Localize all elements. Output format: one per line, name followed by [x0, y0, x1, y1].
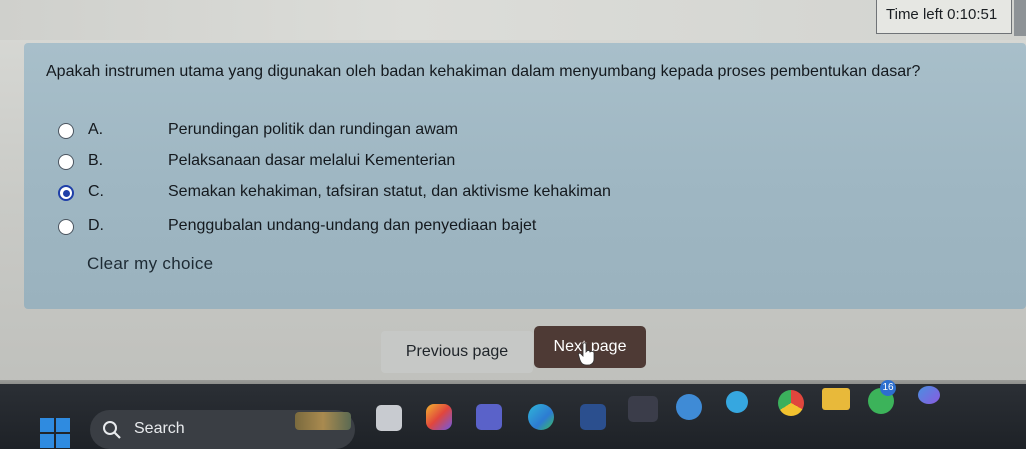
option-a-text: Perundingan politik dan rundingan awam: [168, 121, 458, 138]
option-b-text: Pelaksanaan dasar melalui Kementerian: [168, 152, 456, 169]
option-a-radio[interactable]: [58, 123, 74, 139]
option-d-letter: D.: [88, 217, 104, 234]
store-icon[interactable]: [580, 404, 606, 430]
question-text: Apakah instrumen utama yang digunakan ol…: [46, 63, 921, 80]
edge-icon[interactable]: [528, 404, 554, 430]
option-a[interactable]: A. Perundingan politik dan rundingan awa…: [58, 119, 758, 141]
option-b-radio[interactable]: [58, 154, 74, 170]
clear-choice-link[interactable]: Clear my choice: [87, 254, 213, 274]
option-d-radio[interactable]: [58, 219, 74, 235]
option-b[interactable]: B. Pelaksanaan dasar melalui Kementerian: [58, 150, 758, 172]
time-left-label: Time left: [886, 6, 943, 23]
copilot-icon[interactable]: [918, 386, 940, 404]
task-view-icon[interactable]: [376, 405, 402, 431]
previous-page-button[interactable]: Previous page: [381, 331, 533, 373]
windows-start-icon[interactable]: [40, 418, 70, 448]
top-strip: [0, 0, 1026, 40]
option-b-letter: B.: [88, 152, 104, 169]
option-c-radio[interactable]: [58, 185, 74, 201]
time-left-panel: Time left 0:10:51: [876, 0, 1012, 34]
folder-icon[interactable]: [822, 388, 850, 410]
telegram-icon[interactable]: [726, 391, 748, 413]
option-d[interactable]: D. Penggubalan undang-undang dan penyedi…: [58, 215, 758, 237]
mahjong-icon[interactable]: [628, 396, 658, 422]
hand-cursor-icon: [578, 342, 595, 366]
notification-count-badge: 16: [880, 380, 896, 396]
time-left-value: 0:10:51: [947, 6, 998, 23]
question-card: Apakah instrumen utama yang digunakan ol…: [24, 43, 1026, 309]
taskbar-search-box[interactable]: Search: [90, 410, 355, 449]
help-icon[interactable]: [676, 394, 702, 420]
photos-icon[interactable]: [426, 404, 452, 430]
option-d-text: Penggubalan undang-undang dan penyediaan…: [168, 217, 537, 234]
window-edge: [1014, 0, 1026, 36]
option-a-letter: A.: [88, 121, 104, 138]
widgets-icon[interactable]: [295, 412, 351, 430]
option-c-text: Semakan kehakiman, tafsiran statut, dan …: [168, 183, 611, 200]
teams-icon[interactable]: [476, 404, 502, 430]
search-label: Search: [134, 420, 185, 437]
chrome-icon[interactable]: [778, 390, 804, 416]
option-c-letter: C.: [88, 183, 104, 200]
search-icon: [103, 421, 121, 439]
option-c[interactable]: C. Semakan kehakiman, tafsiran statut, d…: [58, 181, 758, 203]
